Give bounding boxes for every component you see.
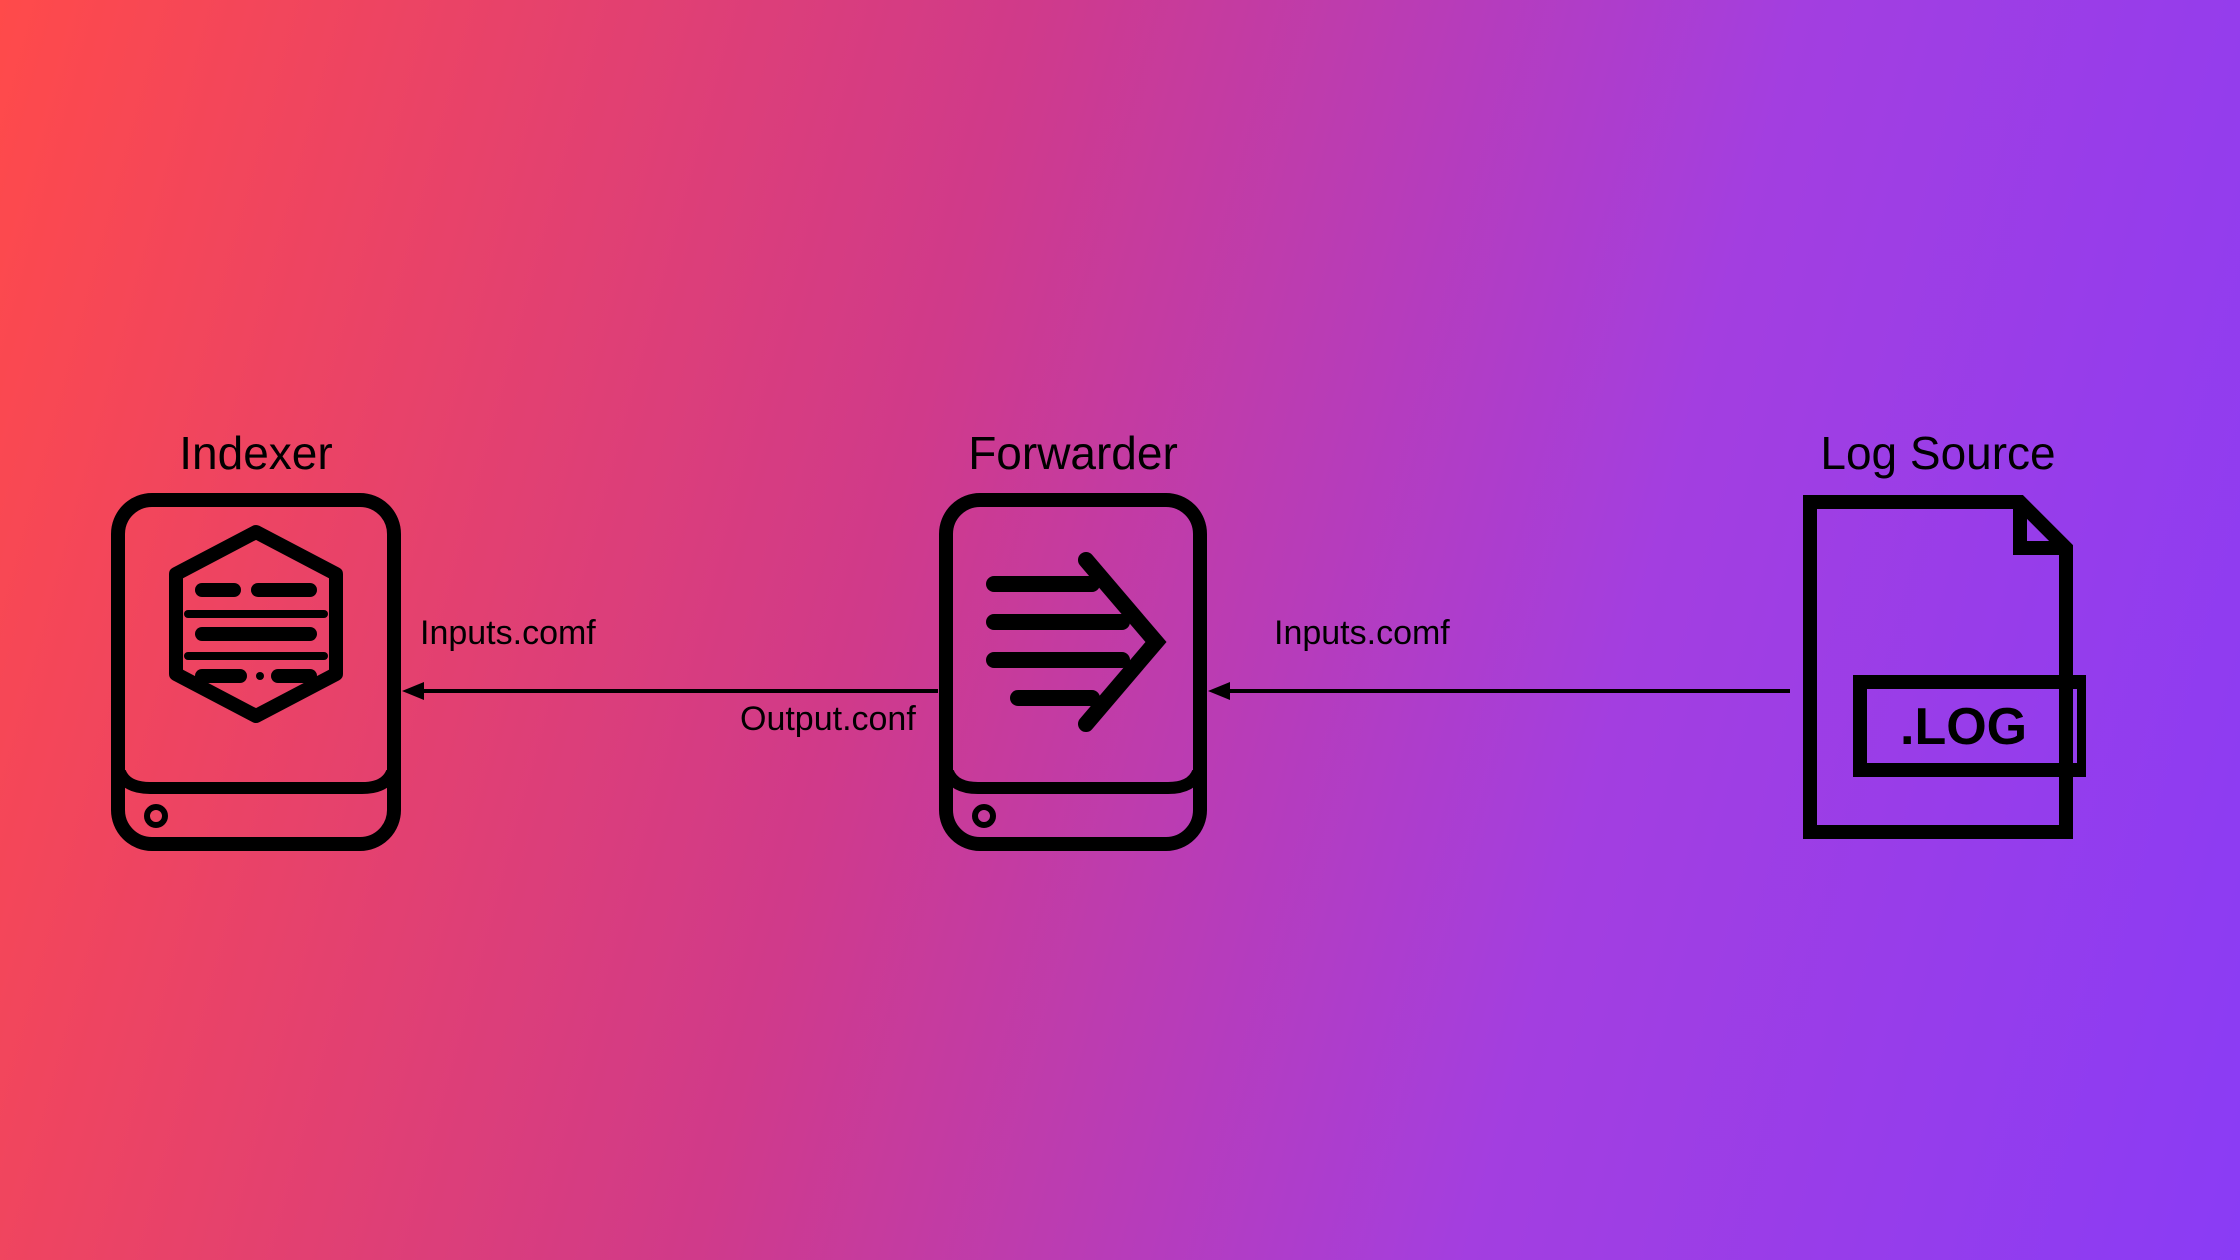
- forwarder-title: Forwarder: [938, 426, 1208, 480]
- arrow-right-top-label: Inputs.comf: [1274, 614, 1450, 653]
- node-log-source: Log Source .LOG: [1790, 426, 2086, 842]
- log-ext-text: .LOG: [1900, 698, 2027, 756]
- forwarder-icon: [938, 492, 1208, 852]
- arrow-left-top-label: Inputs.comf: [420, 614, 596, 653]
- indexer-title: Indexer: [110, 426, 402, 480]
- node-forwarder: Forwarder: [938, 426, 1208, 852]
- node-indexer: Indexer: [110, 426, 402, 852]
- log-source-title: Log Source: [1790, 426, 2086, 480]
- arrow-logsource-to-forwarder: [1206, 676, 1792, 706]
- diagram-stage: Indexer: [0, 0, 2240, 1260]
- log-file-icon: .LOG: [1790, 492, 2086, 842]
- indexer-icon: [110, 492, 402, 852]
- arrow-left-bottom-label: Output.conf: [740, 700, 916, 739]
